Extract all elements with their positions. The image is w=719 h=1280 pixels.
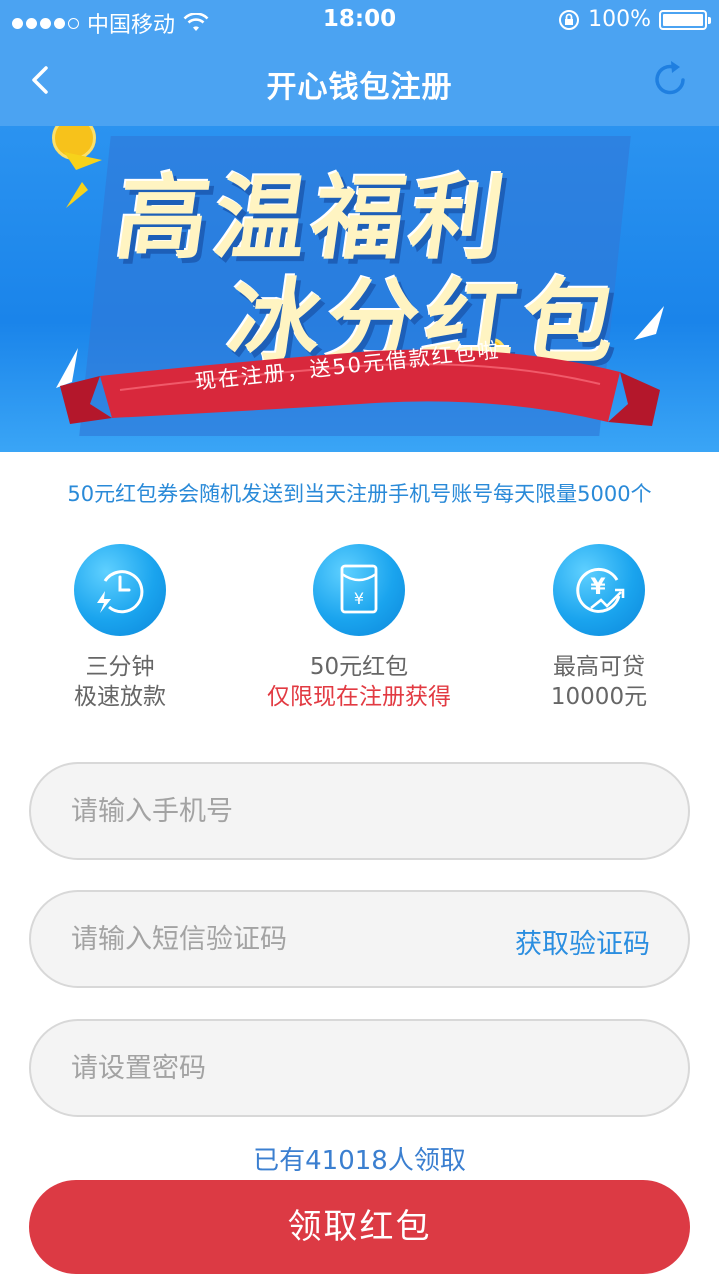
promo-banner[interactable]: 高温福利 冰分红包 现在注册，送50元借款红包啦 xyxy=(0,126,719,452)
feature-title: 50元红包 xyxy=(309,654,409,680)
notice-text: 50元红包券会随机发送到当天注册手机号账号每天限量5000个 xyxy=(67,482,652,506)
feature-subtitle: 极速放款 xyxy=(74,684,166,710)
nav-bar: 开心钱包注册 xyxy=(0,40,719,126)
feature-subtitle: 仅限现在注册获得 xyxy=(267,684,451,710)
status-right: 100% xyxy=(558,7,711,32)
red-envelope-icon: ¥ xyxy=(313,544,405,636)
yen-chart-icon: ¥ xyxy=(553,544,645,636)
clock-lightning-icon xyxy=(74,544,166,636)
claimed-count: 已有41018人领取 xyxy=(253,1146,466,1176)
get-code-button[interactable]: 获取验证码 xyxy=(515,922,650,961)
battery-icon xyxy=(659,9,711,30)
feature-red-envelope: ¥ 50元红包 仅限现在注册获得 xyxy=(259,544,459,712)
status-bar: 中国移动 18:00 100% xyxy=(0,0,719,40)
sms-code-input[interactable] xyxy=(71,892,491,986)
svg-text:¥: ¥ xyxy=(354,589,364,608)
page-title: 开心钱包注册 xyxy=(266,70,453,105)
top-bar: 中国移动 18:00 100% 开心钱包注册 xyxy=(0,0,719,126)
feature-title: 最高可贷 xyxy=(553,654,645,680)
phone-input[interactable] xyxy=(71,764,491,858)
claim-red-envelope-button[interactable]: 领取红包 xyxy=(29,1180,690,1274)
battery-percent: 100% xyxy=(588,7,651,32)
orientation-lock-icon xyxy=(559,9,580,30)
feature-subtitle: 10000元 xyxy=(550,684,648,710)
svg-text:¥: ¥ xyxy=(590,575,606,600)
sms-code-field: 获取验证码 xyxy=(29,890,690,988)
feature-max-loan: ¥ 最高可贷 10000元 xyxy=(499,544,699,712)
phone-field xyxy=(29,762,690,860)
sparkle-decoration xyxy=(64,152,102,208)
password-input[interactable] xyxy=(71,1021,491,1115)
password-field xyxy=(29,1019,690,1117)
feature-fast-loan: 三分钟 极速放款 xyxy=(20,544,220,712)
refresh-icon[interactable] xyxy=(647,56,693,102)
feature-title: 三分钟 xyxy=(85,654,155,680)
sparkle-decoration xyxy=(634,306,664,340)
